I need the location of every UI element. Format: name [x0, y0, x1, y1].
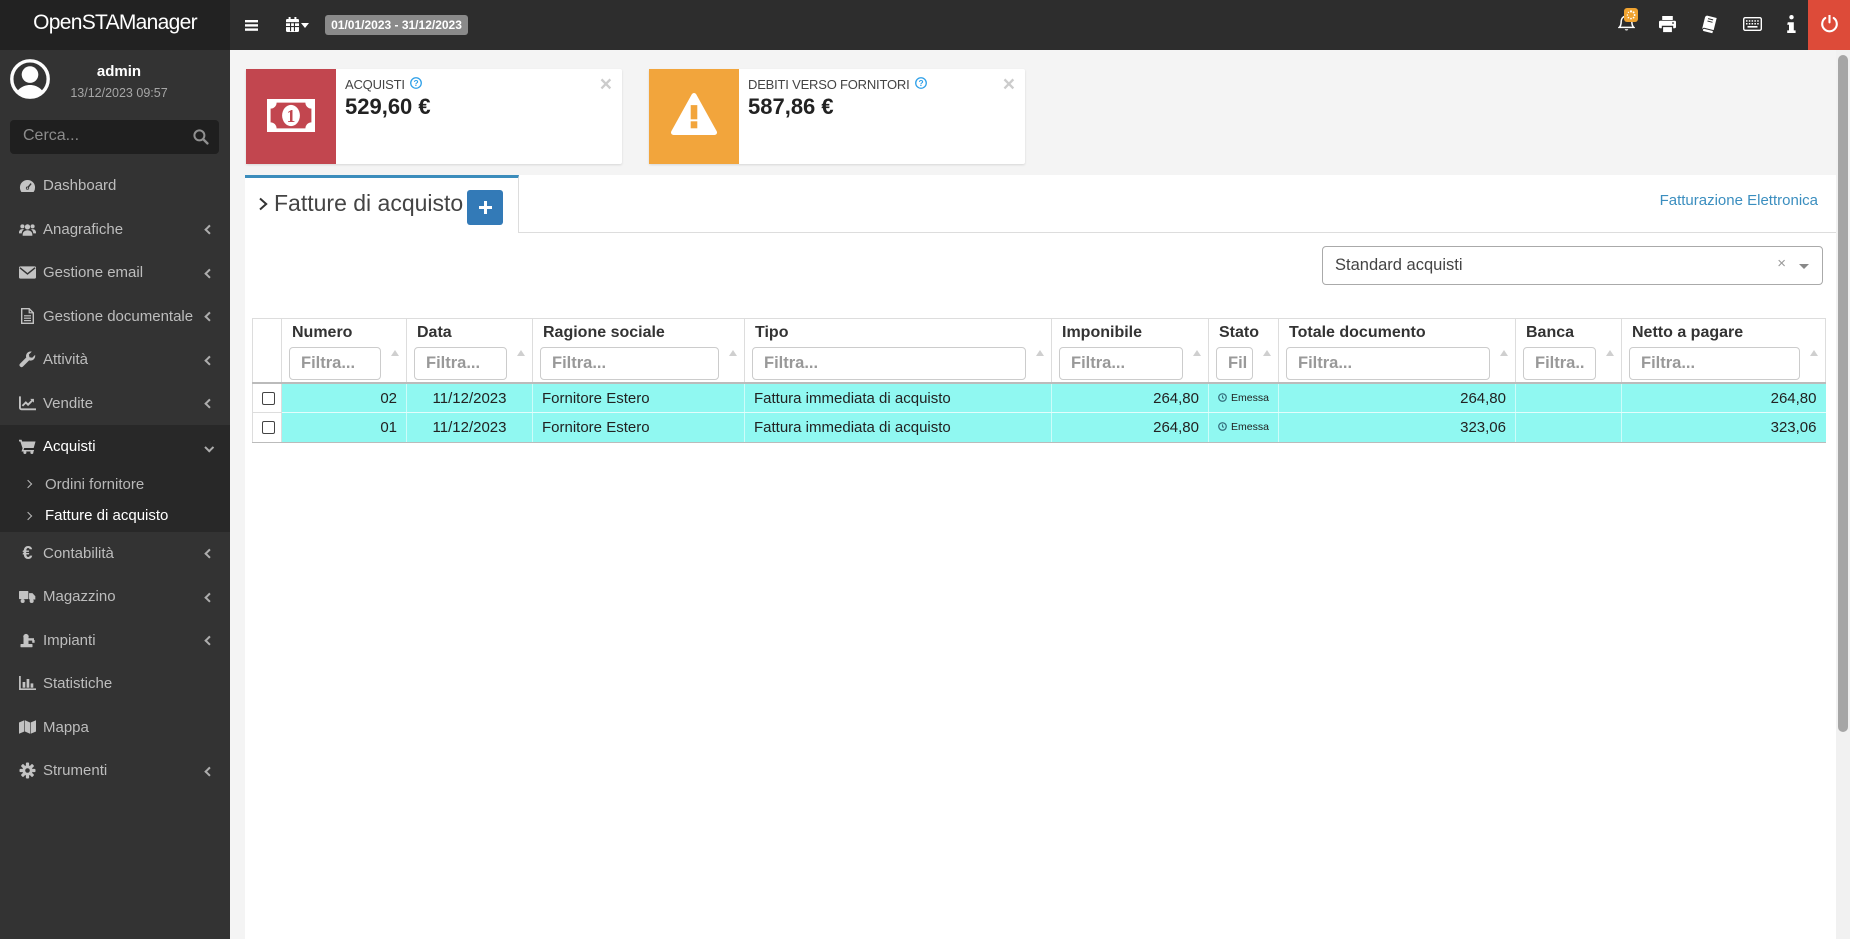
svg-text:?: ?: [918, 78, 923, 88]
svg-text:1: 1: [287, 106, 296, 126]
svg-text:?: ?: [413, 78, 418, 88]
